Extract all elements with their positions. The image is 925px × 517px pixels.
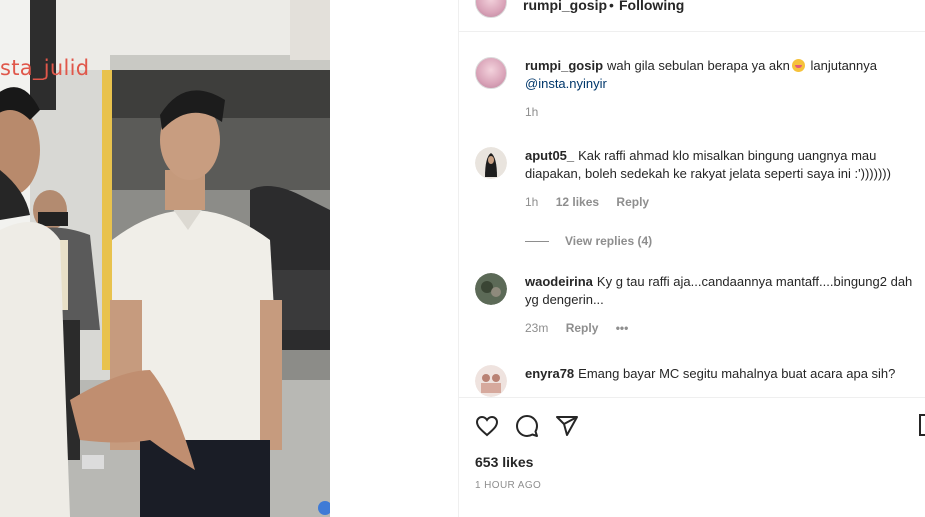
comment-text: Emang bayar MC segitu mahalnya buat acar… xyxy=(578,366,896,381)
view-replies-label: View replies (4) xyxy=(565,234,653,248)
comment-username[interactable]: enyra78 xyxy=(525,366,574,381)
media-watermark: sta_julid xyxy=(0,56,90,80)
caption-body: rumpi_gosip wah gila sebulan berapa ya ak… xyxy=(525,57,915,119)
caption-time[interactable]: 1h xyxy=(525,105,538,119)
following-button[interactable]: Following xyxy=(619,0,684,13)
send-icon[interactable] xyxy=(555,414,579,438)
more-options-icon[interactable]: ••• xyxy=(912,0,925,8)
post-panel: rumpi_gosip • Following ••• rumpi_gosipw… xyxy=(459,0,925,517)
header-separator: • xyxy=(609,0,614,13)
caption-mention-link[interactable]: @insta.nyinyir xyxy=(525,76,607,91)
comment-text: Kak raffi ahmad klo misalkan bingung uan… xyxy=(525,148,891,181)
comment-body: waodeirina Ky g tau raffi aja...candaanny… xyxy=(525,273,915,335)
comment-meta: 23m Reply ••• xyxy=(525,319,915,335)
comment-time[interactable]: 1h xyxy=(525,195,538,209)
caption-username[interactable]: rumpi_gosip xyxy=(525,58,603,73)
post-media[interactable]: sta_julid xyxy=(0,0,330,517)
post-header: rumpi_gosip • Following ••• xyxy=(459,0,925,32)
view-replies-button[interactable]: View replies (4) xyxy=(525,234,652,248)
comment-username[interactable]: aput05_ xyxy=(525,148,574,163)
caption-text: wah gila sebulan berapa ya akn xyxy=(607,58,790,73)
comment-body: enyra78 Emang bayar MC segitu mahalnya bu… xyxy=(525,365,915,383)
likes-count[interactable]: 653 likes xyxy=(475,454,533,470)
comment-body: aput05_ Kak raffi ahmad klo misalkan bing… xyxy=(525,147,915,209)
comment-meta: 1h 12 likes Reply xyxy=(525,193,915,209)
bookmark-icon[interactable] xyxy=(919,414,925,436)
author-username[interactable]: rumpi_gosip xyxy=(523,0,607,13)
commenter-avatar[interactable] xyxy=(475,147,507,179)
comments-list[interactable]: rumpi_gosip wah gila sebulan berapa ya ak… xyxy=(459,33,925,397)
face-emoji-icon xyxy=(791,59,805,72)
heart-icon[interactable] xyxy=(475,414,499,438)
commenter-avatar[interactable] xyxy=(475,365,507,397)
comment-icon[interactable] xyxy=(515,414,539,438)
comment-more-icon[interactable]: ••• xyxy=(616,321,629,335)
comment-likes[interactable]: 12 likes xyxy=(556,195,599,209)
reply-button[interactable]: Reply xyxy=(616,195,649,209)
view-replies-line xyxy=(525,241,549,243)
caption-meta: 1h xyxy=(525,103,915,119)
caption-text-continued: lanjutannya xyxy=(810,58,878,73)
post-timestamp[interactable]: 1 HOUR AGO xyxy=(475,480,541,491)
comment-time[interactable]: 23m xyxy=(525,321,548,335)
comment-username[interactable]: waodeirina xyxy=(525,274,593,289)
caption-avatar[interactable] xyxy=(475,57,507,89)
media-letterbox xyxy=(330,0,458,517)
author-avatar[interactable] xyxy=(475,0,507,18)
post-actions: 653 likes 1 HOUR AGO xyxy=(459,397,925,517)
commenter-avatar[interactable] xyxy=(475,273,507,305)
reply-button[interactable]: Reply xyxy=(566,321,599,335)
